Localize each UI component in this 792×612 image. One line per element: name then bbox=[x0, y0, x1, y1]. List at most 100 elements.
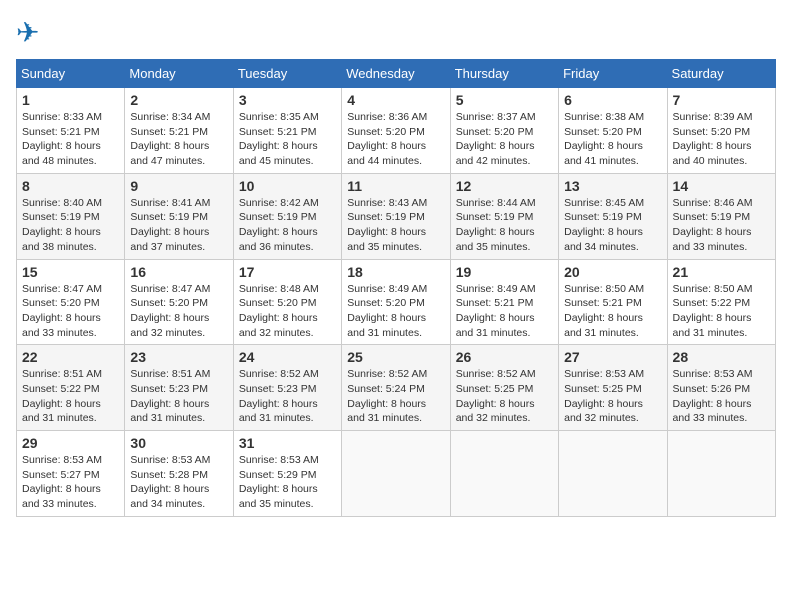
calendar-cell: 27 Sunrise: 8:53 AM Sunset: 5:25 PM Dayli… bbox=[559, 345, 667, 431]
calendar-week-row: 1 Sunrise: 8:33 AM Sunset: 5:21 PM Daylig… bbox=[17, 88, 776, 174]
day-number: 23 bbox=[130, 349, 227, 365]
day-number: 24 bbox=[239, 349, 336, 365]
weekday-header-monday: Monday bbox=[125, 60, 233, 88]
calendar-cell: 26 Sunrise: 8:52 AM Sunset: 5:25 PM Dayli… bbox=[450, 345, 558, 431]
day-detail: Sunrise: 8:42 AM Sunset: 5:19 PM Dayligh… bbox=[239, 196, 336, 255]
day-detail: Sunrise: 8:52 AM Sunset: 5:25 PM Dayligh… bbox=[456, 367, 553, 426]
calendar-cell: 10 Sunrise: 8:42 AM Sunset: 5:19 PM Dayli… bbox=[233, 173, 341, 259]
day-detail: Sunrise: 8:53 AM Sunset: 5:26 PM Dayligh… bbox=[673, 367, 770, 426]
day-number: 6 bbox=[564, 92, 661, 108]
day-detail: Sunrise: 8:50 AM Sunset: 5:21 PM Dayligh… bbox=[564, 282, 661, 341]
calendar-week-row: 15 Sunrise: 8:47 AM Sunset: 5:20 PM Dayli… bbox=[17, 259, 776, 345]
calendar-cell bbox=[559, 431, 667, 517]
day-number: 5 bbox=[456, 92, 553, 108]
day-number: 29 bbox=[22, 435, 119, 451]
day-number: 7 bbox=[673, 92, 770, 108]
day-detail: Sunrise: 8:53 AM Sunset: 5:29 PM Dayligh… bbox=[239, 453, 336, 512]
day-detail: Sunrise: 8:39 AM Sunset: 5:20 PM Dayligh… bbox=[673, 110, 770, 169]
calendar-cell: 23 Sunrise: 8:51 AM Sunset: 5:23 PM Dayli… bbox=[125, 345, 233, 431]
day-detail: Sunrise: 8:41 AM Sunset: 5:19 PM Dayligh… bbox=[130, 196, 227, 255]
day-detail: Sunrise: 8:51 AM Sunset: 5:22 PM Dayligh… bbox=[22, 367, 119, 426]
day-number: 18 bbox=[347, 264, 444, 280]
day-number: 27 bbox=[564, 349, 661, 365]
day-detail: Sunrise: 8:37 AM Sunset: 5:20 PM Dayligh… bbox=[456, 110, 553, 169]
calendar-cell: 5 Sunrise: 8:37 AM Sunset: 5:20 PM Daylig… bbox=[450, 88, 558, 174]
day-number: 1 bbox=[22, 92, 119, 108]
calendar-cell: 4Sunrise: 8:36 AM Sunset: 5:20 PM Daylig… bbox=[342, 88, 450, 174]
calendar-cell: 19 Sunrise: 8:49 AM Sunset: 5:21 PM Dayli… bbox=[450, 259, 558, 345]
day-detail: Sunrise: 8:35 AM Sunset: 5:21 PM Dayligh… bbox=[239, 110, 336, 169]
day-number: 16 bbox=[130, 264, 227, 280]
day-detail: Sunrise: 8:50 AM Sunset: 5:22 PM Dayligh… bbox=[673, 282, 770, 341]
calendar-cell: 7 Sunrise: 8:39 AM Sunset: 5:20 PM Daylig… bbox=[667, 88, 775, 174]
day-number: 20 bbox=[564, 264, 661, 280]
calendar-cell: 12 Sunrise: 8:44 AM Sunset: 5:19 PM Dayli… bbox=[450, 173, 558, 259]
day-number: 14 bbox=[673, 178, 770, 194]
calendar-cell: 22 Sunrise: 8:51 AM Sunset: 5:22 PM Dayli… bbox=[17, 345, 125, 431]
day-detail: Sunrise: 8:53 AM Sunset: 5:28 PM Dayligh… bbox=[130, 453, 227, 512]
weekday-header-saturday: Saturday bbox=[667, 60, 775, 88]
day-detail: Sunrise: 8:33 AM Sunset: 5:21 PM Dayligh… bbox=[22, 110, 119, 169]
weekday-header-wednesday: Wednesday bbox=[342, 60, 450, 88]
calendar-cell bbox=[667, 431, 775, 517]
day-detail: Sunrise: 8:43 AM Sunset: 5:19 PM Dayligh… bbox=[347, 196, 444, 255]
day-detail: Sunrise: 8:46 AM Sunset: 5:19 PM Dayligh… bbox=[673, 196, 770, 255]
logo: ✈ bbox=[16, 16, 43, 49]
day-number: 31 bbox=[239, 435, 336, 451]
day-number: 3 bbox=[239, 92, 336, 108]
day-number: 9 bbox=[130, 178, 227, 194]
day-number: 19 bbox=[456, 264, 553, 280]
calendar-cell: 14 Sunrise: 8:46 AM Sunset: 5:19 PM Dayli… bbox=[667, 173, 775, 259]
day-number: 22 bbox=[22, 349, 119, 365]
day-number: 30 bbox=[130, 435, 227, 451]
calendar-cell: 24Sunrise: 8:52 AM Sunset: 5:23 PM Dayli… bbox=[233, 345, 341, 431]
calendar-cell bbox=[450, 431, 558, 517]
day-number: 11 bbox=[347, 178, 444, 194]
weekday-header-friday: Friday bbox=[559, 60, 667, 88]
calendar-cell: 16 Sunrise: 8:47 AM Sunset: 5:20 PM Dayli… bbox=[125, 259, 233, 345]
day-number: 12 bbox=[456, 178, 553, 194]
calendar-cell: 18 Sunrise: 8:49 AM Sunset: 5:20 PM Dayli… bbox=[342, 259, 450, 345]
calendar-cell: 2 Sunrise: 8:34 AM Sunset: 5:21 PM Daylig… bbox=[125, 88, 233, 174]
day-detail: Sunrise: 8:38 AM Sunset: 5:20 PM Dayligh… bbox=[564, 110, 661, 169]
calendar-cell: 1 Sunrise: 8:33 AM Sunset: 5:21 PM Daylig… bbox=[17, 88, 125, 174]
calendar-week-row: 22 Sunrise: 8:51 AM Sunset: 5:22 PM Dayli… bbox=[17, 345, 776, 431]
calendar-cell: 17 Sunrise: 8:48 AM Sunset: 5:20 PM Dayli… bbox=[233, 259, 341, 345]
day-detail: Sunrise: 8:53 AM Sunset: 5:27 PM Dayligh… bbox=[22, 453, 119, 512]
calendar-cell: 21 Sunrise: 8:50 AM Sunset: 5:22 PM Dayli… bbox=[667, 259, 775, 345]
day-detail: Sunrise: 8:49 AM Sunset: 5:20 PM Dayligh… bbox=[347, 282, 444, 341]
day-detail: Sunrise: 8:53 AM Sunset: 5:25 PM Dayligh… bbox=[564, 367, 661, 426]
day-detail: Sunrise: 8:47 AM Sunset: 5:20 PM Dayligh… bbox=[130, 282, 227, 341]
day-number: 26 bbox=[456, 349, 553, 365]
page-header: ✈ bbox=[16, 16, 776, 49]
day-number: 25 bbox=[347, 349, 444, 365]
day-number: 15 bbox=[22, 264, 119, 280]
day-number: 4 bbox=[347, 92, 444, 108]
day-detail: Sunrise: 8:49 AM Sunset: 5:21 PM Dayligh… bbox=[456, 282, 553, 341]
day-number: 2 bbox=[130, 92, 227, 108]
calendar-week-row: 8Sunrise: 8:40 AM Sunset: 5:19 PM Daylig… bbox=[17, 173, 776, 259]
day-detail: Sunrise: 8:45 AM Sunset: 5:19 PM Dayligh… bbox=[564, 196, 661, 255]
day-number: 21 bbox=[673, 264, 770, 280]
day-number: 17 bbox=[239, 264, 336, 280]
day-detail: Sunrise: 8:51 AM Sunset: 5:23 PM Dayligh… bbox=[130, 367, 227, 426]
day-detail: Sunrise: 8:44 AM Sunset: 5:19 PM Dayligh… bbox=[456, 196, 553, 255]
day-number: 13 bbox=[564, 178, 661, 194]
day-detail: Sunrise: 8:48 AM Sunset: 5:20 PM Dayligh… bbox=[239, 282, 336, 341]
calendar-cell: 29 Sunrise: 8:53 AM Sunset: 5:27 PM Dayli… bbox=[17, 431, 125, 517]
calendar-cell: 6 Sunrise: 8:38 AM Sunset: 5:20 PM Daylig… bbox=[559, 88, 667, 174]
day-detail: Sunrise: 8:52 AM Sunset: 5:24 PM Dayligh… bbox=[347, 367, 444, 426]
weekday-header-thursday: Thursday bbox=[450, 60, 558, 88]
calendar-table: SundayMondayTuesdayWednesdayThursdayFrid… bbox=[16, 59, 776, 517]
calendar-cell: 11 Sunrise: 8:43 AM Sunset: 5:19 PM Dayli… bbox=[342, 173, 450, 259]
calendar-week-row: 29 Sunrise: 8:53 AM Sunset: 5:27 PM Dayli… bbox=[17, 431, 776, 517]
day-detail: Sunrise: 8:47 AM Sunset: 5:20 PM Dayligh… bbox=[22, 282, 119, 341]
weekday-header-tuesday: Tuesday bbox=[233, 60, 341, 88]
calendar-cell: 8Sunrise: 8:40 AM Sunset: 5:19 PM Daylig… bbox=[17, 173, 125, 259]
calendar-cell: 30 Sunrise: 8:53 AM Sunset: 5:28 PM Dayli… bbox=[125, 431, 233, 517]
calendar-cell: 9 Sunrise: 8:41 AM Sunset: 5:19 PM Daylig… bbox=[125, 173, 233, 259]
day-number: 8 bbox=[22, 178, 119, 194]
calendar-cell: 28Sunrise: 8:53 AM Sunset: 5:26 PM Dayli… bbox=[667, 345, 775, 431]
day-number: 10 bbox=[239, 178, 336, 194]
day-detail: Sunrise: 8:34 AM Sunset: 5:21 PM Dayligh… bbox=[130, 110, 227, 169]
